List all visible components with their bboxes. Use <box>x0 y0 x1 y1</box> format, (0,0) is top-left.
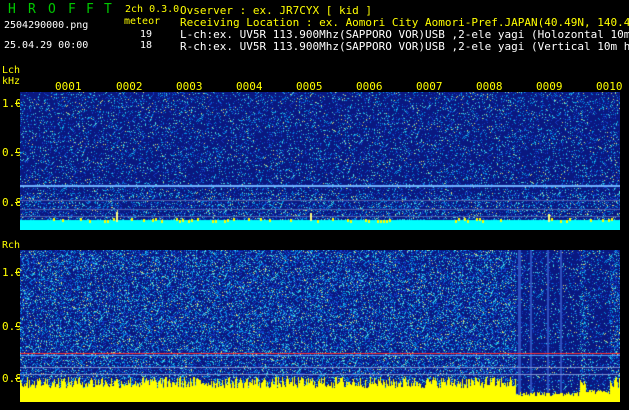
logo-letter: T <box>104 2 112 17</box>
khz-unit-label: kHz <box>2 76 21 87</box>
lch-spectrogram <box>20 92 620 230</box>
rch-meteor-count: 18 <box>140 40 153 51</box>
logo-letter: R <box>28 2 36 17</box>
lch-spectrogram-canvas <box>20 92 620 230</box>
mode-label: 2ch 0.3.0 <box>125 4 180 15</box>
lch-info-line: L-ch:ex. UV5R 113.900Mhz(SAPPORO VOR)USB… <box>180 28 629 41</box>
hrofft-spectrogram-window: H R O F F T 2ch 0.3.0 2504290000.png met… <box>0 0 629 410</box>
lch-label: Lch <box>2 65 21 76</box>
lch-meteor-count: 19 <box>140 29 153 40</box>
rch-spectrogram-canvas <box>20 250 620 402</box>
observer-line: Ovserver : ex. JR7CYX [ kid ] <box>180 4 373 17</box>
logo-letter: F <box>86 2 94 17</box>
filename: 2504290000.png <box>4 20 89 31</box>
meteor-label: meteor <box>124 16 161 27</box>
rch-label: Rch <box>2 240 21 251</box>
location-line: Receiving Location : ex. Aomori City Aom… <box>180 16 629 29</box>
logo-letter: H <box>8 2 16 17</box>
rch-info-line: R-ch:ex. UV5R 113.900Mhz(SAPPORO VOR)USB… <box>180 40 629 53</box>
datetime: 25.04.29 00:00 <box>4 40 89 51</box>
logo-letter: F <box>68 2 76 17</box>
rch-spectrogram <box>20 250 620 402</box>
logo-letter: O <box>48 2 56 17</box>
